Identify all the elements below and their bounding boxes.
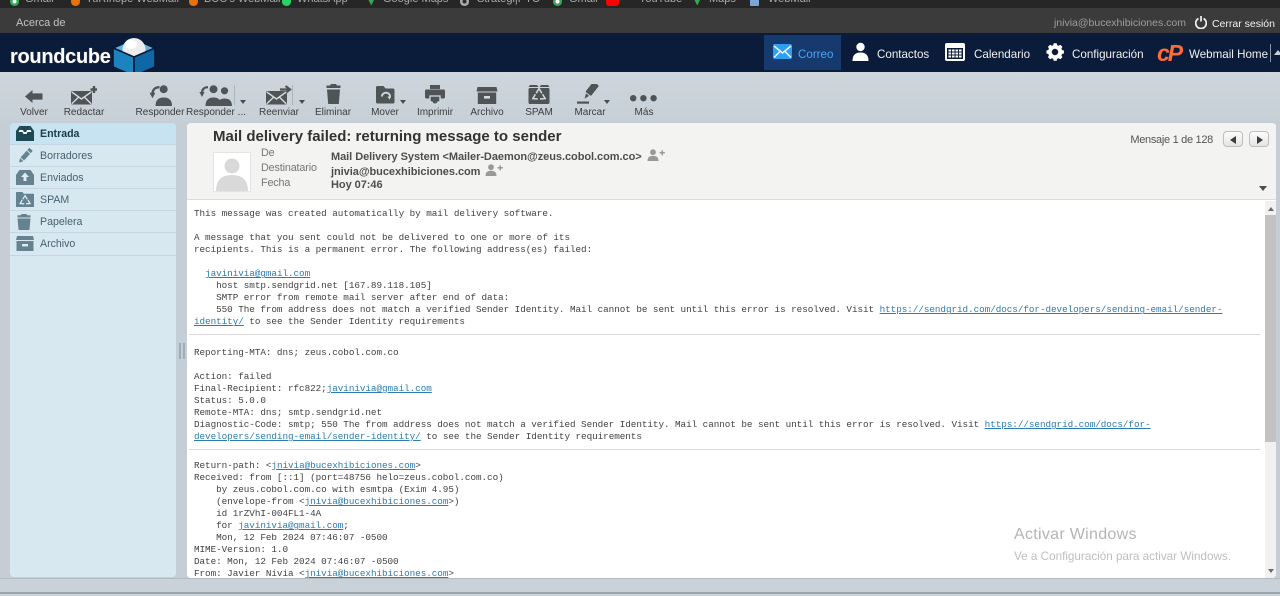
svg-text:roundcube: roundcube [10, 46, 111, 68]
